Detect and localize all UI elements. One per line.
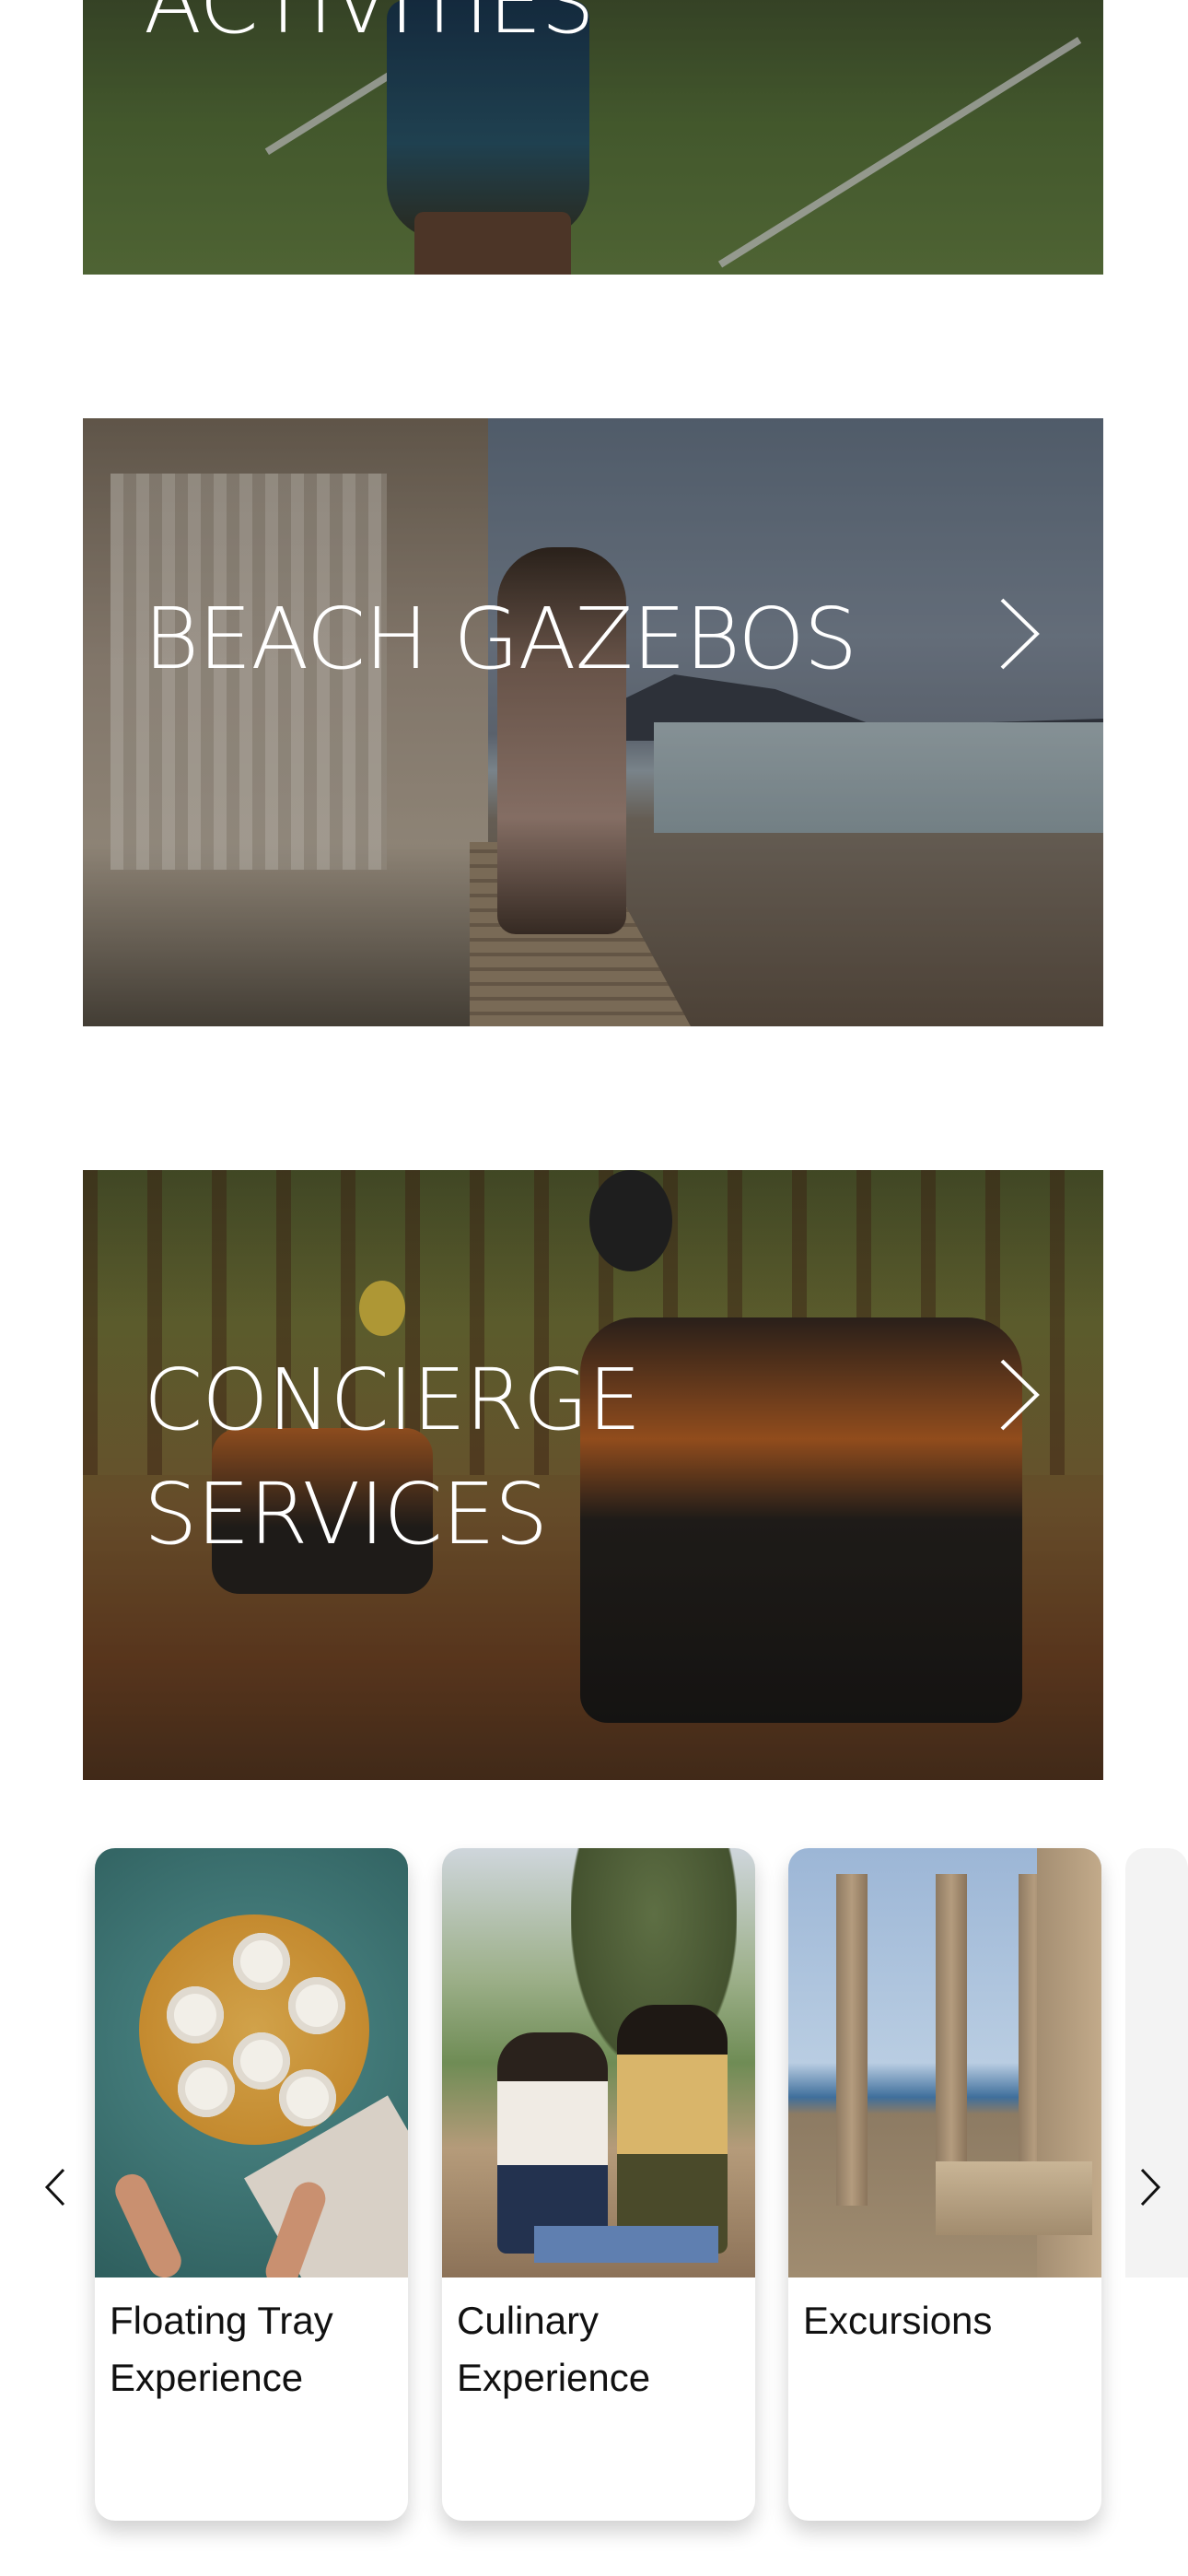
activities-title: ACTIVITIES: [144, 0, 595, 53]
floating-tray-image: [95, 1848, 408, 2277]
card-title: Excursions: [803, 2299, 993, 2342]
experience-card-floating-tray[interactable]: Floating Tray Experience: [95, 1848, 408, 2521]
experience-card-excursions[interactable]: Excursions: [788, 1848, 1101, 2521]
excursions-image: [788, 1848, 1101, 2277]
beach-gazebos-banner[interactable]: BEACH GAZEBOS: [83, 418, 1103, 1026]
next-card-image: [1125, 1848, 1188, 2277]
beach-gazebos-title: BEACH GAZEBOS: [144, 590, 857, 688]
beach-gazebos-overlay: [83, 418, 1103, 1026]
card-title: Culinary Experience: [457, 2299, 651, 2399]
concierge-services-banner[interactable]: CONCIERGE SERVICES: [83, 1170, 1103, 1780]
card-title: Floating Tray Experience: [110, 2299, 333, 2399]
experience-card-culinary[interactable]: Culinary Experience: [442, 1848, 755, 2521]
activities-banner[interactable]: ACTIVITIES: [83, 0, 1103, 275]
culinary-experience-image: [442, 1848, 755, 2277]
chevron-right-icon[interactable]: [996, 1355, 1042, 1434]
experiences-carousel: Floating Tray Experience Culinary Experi…: [0, 1848, 1188, 2576]
concierge-services-title: CONCIERGE SERVICES: [144, 1351, 641, 1563]
chevron-right-icon[interactable]: [1138, 2167, 1162, 2207]
chevron-left-icon[interactable]: [43, 2167, 67, 2207]
chevron-right-icon[interactable]: [996, 594, 1042, 673]
